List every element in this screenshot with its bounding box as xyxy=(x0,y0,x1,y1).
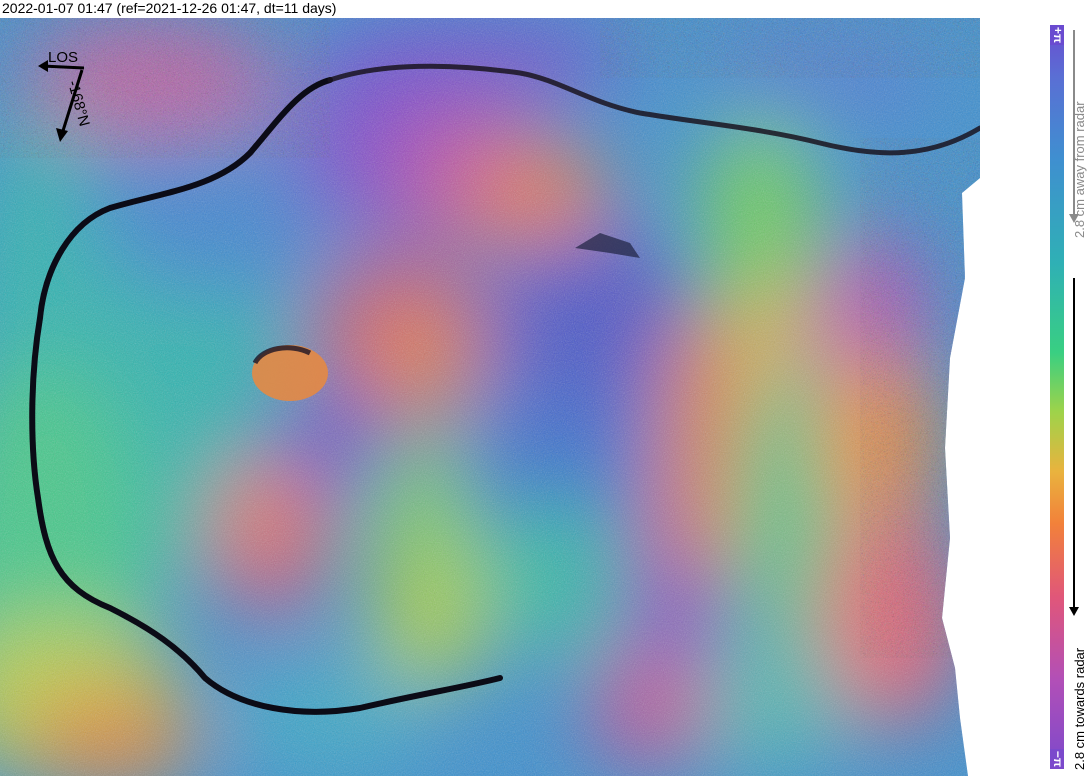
towards-radar-label: 2.8 cm towards radar xyxy=(1072,647,1087,770)
los-label: LOS xyxy=(48,49,78,66)
interferogram-map: LOS -168°N xyxy=(0,18,980,776)
colorbar-min-label: −π xyxy=(1050,749,1066,769)
interferogram-figure: 2022-01-07 01:47 (ref=2021-12-26 01:47, … xyxy=(0,0,1092,776)
phase-colorbar: +π −π 2.8 cm away from radar 2.8 cm towa… xyxy=(1040,18,1092,776)
map-canvas: LOS -168°N xyxy=(0,18,980,776)
away-from-radar-label: 2.8 cm away from radar xyxy=(1072,101,1087,238)
colorbar-max-label: +π xyxy=(1050,25,1066,45)
colorbar-gradient xyxy=(1050,25,1064,769)
towards-arrow xyxy=(1069,278,1079,616)
figure-title-bar: 2022-01-07 01:47 (ref=2021-12-26 01:47, … xyxy=(0,0,1092,18)
figure-title: 2022-01-07 01:47 (ref=2021-12-26 01:47, … xyxy=(2,0,337,16)
